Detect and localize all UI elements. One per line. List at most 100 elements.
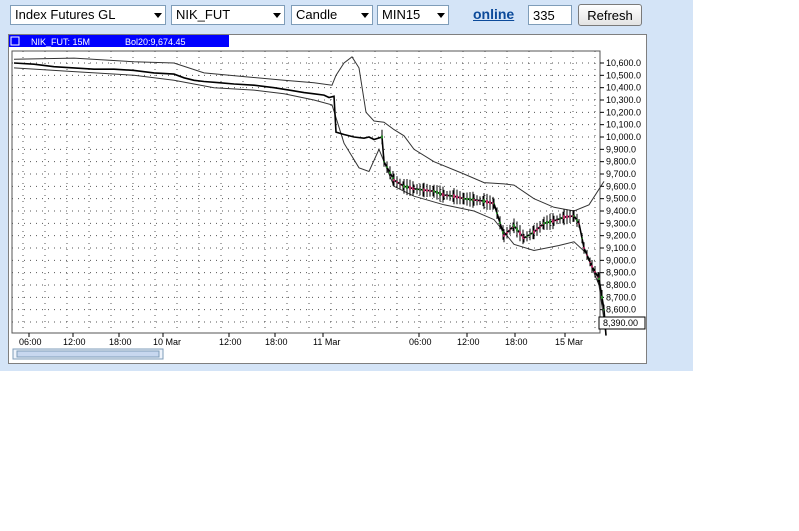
candle-body [459, 196, 461, 199]
online-link[interactable]: online [473, 6, 514, 22]
candle-body [583, 247, 585, 249]
chevron-down-icon [273, 13, 281, 18]
candle-body [509, 229, 511, 231]
chart-type-select-value: Candle [296, 7, 338, 22]
candle-body [389, 171, 391, 174]
candle-body [399, 183, 401, 185]
candle-body [383, 161, 385, 163]
candle-body [493, 203, 495, 205]
candle-body [403, 184, 405, 188]
candle-body [419, 188, 421, 191]
candle-body [449, 195, 451, 197]
candle-body [566, 215, 568, 219]
y-tick-label: 10,200.0 [606, 107, 641, 117]
y-tick-label: 8,600.0 [606, 305, 636, 315]
candle-body [563, 215, 565, 220]
candle-body [594, 271, 596, 273]
bar-count-input[interactable] [528, 5, 572, 25]
candle-body [506, 231, 508, 234]
candle-body [416, 188, 418, 190]
chevron-down-icon [154, 13, 162, 18]
x-tick-label: 18:00 [505, 337, 528, 347]
bollinger-bands [13, 56, 607, 335]
h-scrollbar-thumb[interactable] [16, 350, 160, 358]
candle-body [516, 227, 518, 232]
candle-body [581, 237, 583, 239]
y-tick-label: 9,700.0 [606, 169, 636, 179]
candle-body [446, 195, 448, 197]
candle-body [466, 197, 468, 201]
candle-body [396, 181, 398, 183]
interval-select[interactable]: MIN15 [377, 5, 449, 25]
candle-body [549, 220, 551, 224]
candle-body [496, 212, 498, 214]
candle-body [476, 199, 478, 201]
lower-band-line [13, 67, 607, 335]
candle-body [479, 200, 481, 202]
x-axis-labels: 06:00 12:00 18:00 10 Mar 12:00 18:00 11 Mar 06:… [19, 333, 583, 347]
candle-body [523, 238, 525, 240]
x-tick-label: 12:00 [63, 337, 86, 347]
candle-body [553, 220, 555, 222]
candle-body [386, 166, 388, 168]
candle-body [486, 200, 488, 204]
candle-body [529, 233, 531, 236]
candle-body [381, 135, 383, 139]
candle-body [519, 231, 521, 236]
x-tick-label: 12:00 [457, 337, 480, 347]
chart-type-select[interactable]: Candle [291, 5, 373, 25]
x-tick-label: 12:00 [219, 337, 242, 347]
candle-body [546, 221, 548, 225]
candle-body [603, 309, 605, 311]
last-value-label: 8,390.00 [603, 318, 638, 328]
candle-body [409, 185, 411, 190]
chevron-down-icon [437, 13, 445, 18]
candle-body [573, 215, 575, 217]
y-tick-label: 9,900.0 [606, 144, 636, 154]
y-tick-label: 9,100.0 [606, 243, 636, 253]
symbol-select[interactable]: NIK_FUT [171, 5, 285, 25]
candle-body [536, 228, 538, 231]
candle-body [489, 201, 491, 205]
y-axis-labels: 10,600.0 10,500.0 10,400.0 10,300.0 10,200.0… [600, 58, 641, 327]
interval-select-value: MIN15 [382, 7, 421, 22]
y-tick-label: 9,000.0 [606, 255, 636, 265]
candle-body [443, 194, 445, 196]
candle-body [598, 277, 600, 280]
y-tick-label: 10,000.0 [606, 132, 641, 142]
candle-body [423, 188, 425, 192]
y-tick-label: 8,800.0 [606, 280, 636, 290]
y-tick-label: 9,600.0 [606, 181, 636, 191]
candle-body [483, 199, 485, 203]
x-tick-label: 06:00 [19, 337, 42, 347]
price-chart[interactable]: NIK_FUT: 15M Bol20:9,674.45 10,600.0 10,5… [9, 35, 646, 363]
candle-body [526, 235, 528, 237]
chart-header-indicator: Bol20:9,674.45 [125, 37, 186, 47]
candle-body [601, 295, 603, 299]
y-tick-label: 10,300.0 [606, 95, 641, 105]
y-tick-label: 8,700.0 [606, 292, 636, 302]
candle-body [426, 189, 428, 192]
y-tick-label: 10,100.0 [606, 120, 641, 130]
x-tick-label: 18:00 [109, 337, 132, 347]
candle-body [569, 215, 571, 218]
app-panel: Index Futures GL NIK_FUT Candle MIN15 on… [0, 0, 693, 371]
x-tick-label: 15 Mar [555, 337, 583, 347]
upper-band-line [13, 56, 605, 212]
candle-body [559, 218, 561, 220]
market-select[interactable]: Index Futures GL [10, 5, 166, 25]
y-tick-label: 10,600.0 [606, 58, 641, 68]
candle-body [473, 199, 475, 201]
candle-body [456, 195, 458, 199]
candle-body [463, 197, 465, 200]
chevron-down-icon [361, 13, 369, 18]
candle-body [556, 219, 558, 221]
candle-body [433, 190, 435, 193]
candle-body [406, 185, 408, 189]
candle-body [543, 222, 545, 225]
y-tick-label: 9,200.0 [606, 231, 636, 241]
y-tick-label: 9,800.0 [606, 157, 636, 167]
x-tick-label: 10 Mar [153, 337, 181, 347]
y-tick-label: 9,300.0 [606, 218, 636, 228]
refresh-button[interactable]: Refresh [578, 4, 642, 26]
